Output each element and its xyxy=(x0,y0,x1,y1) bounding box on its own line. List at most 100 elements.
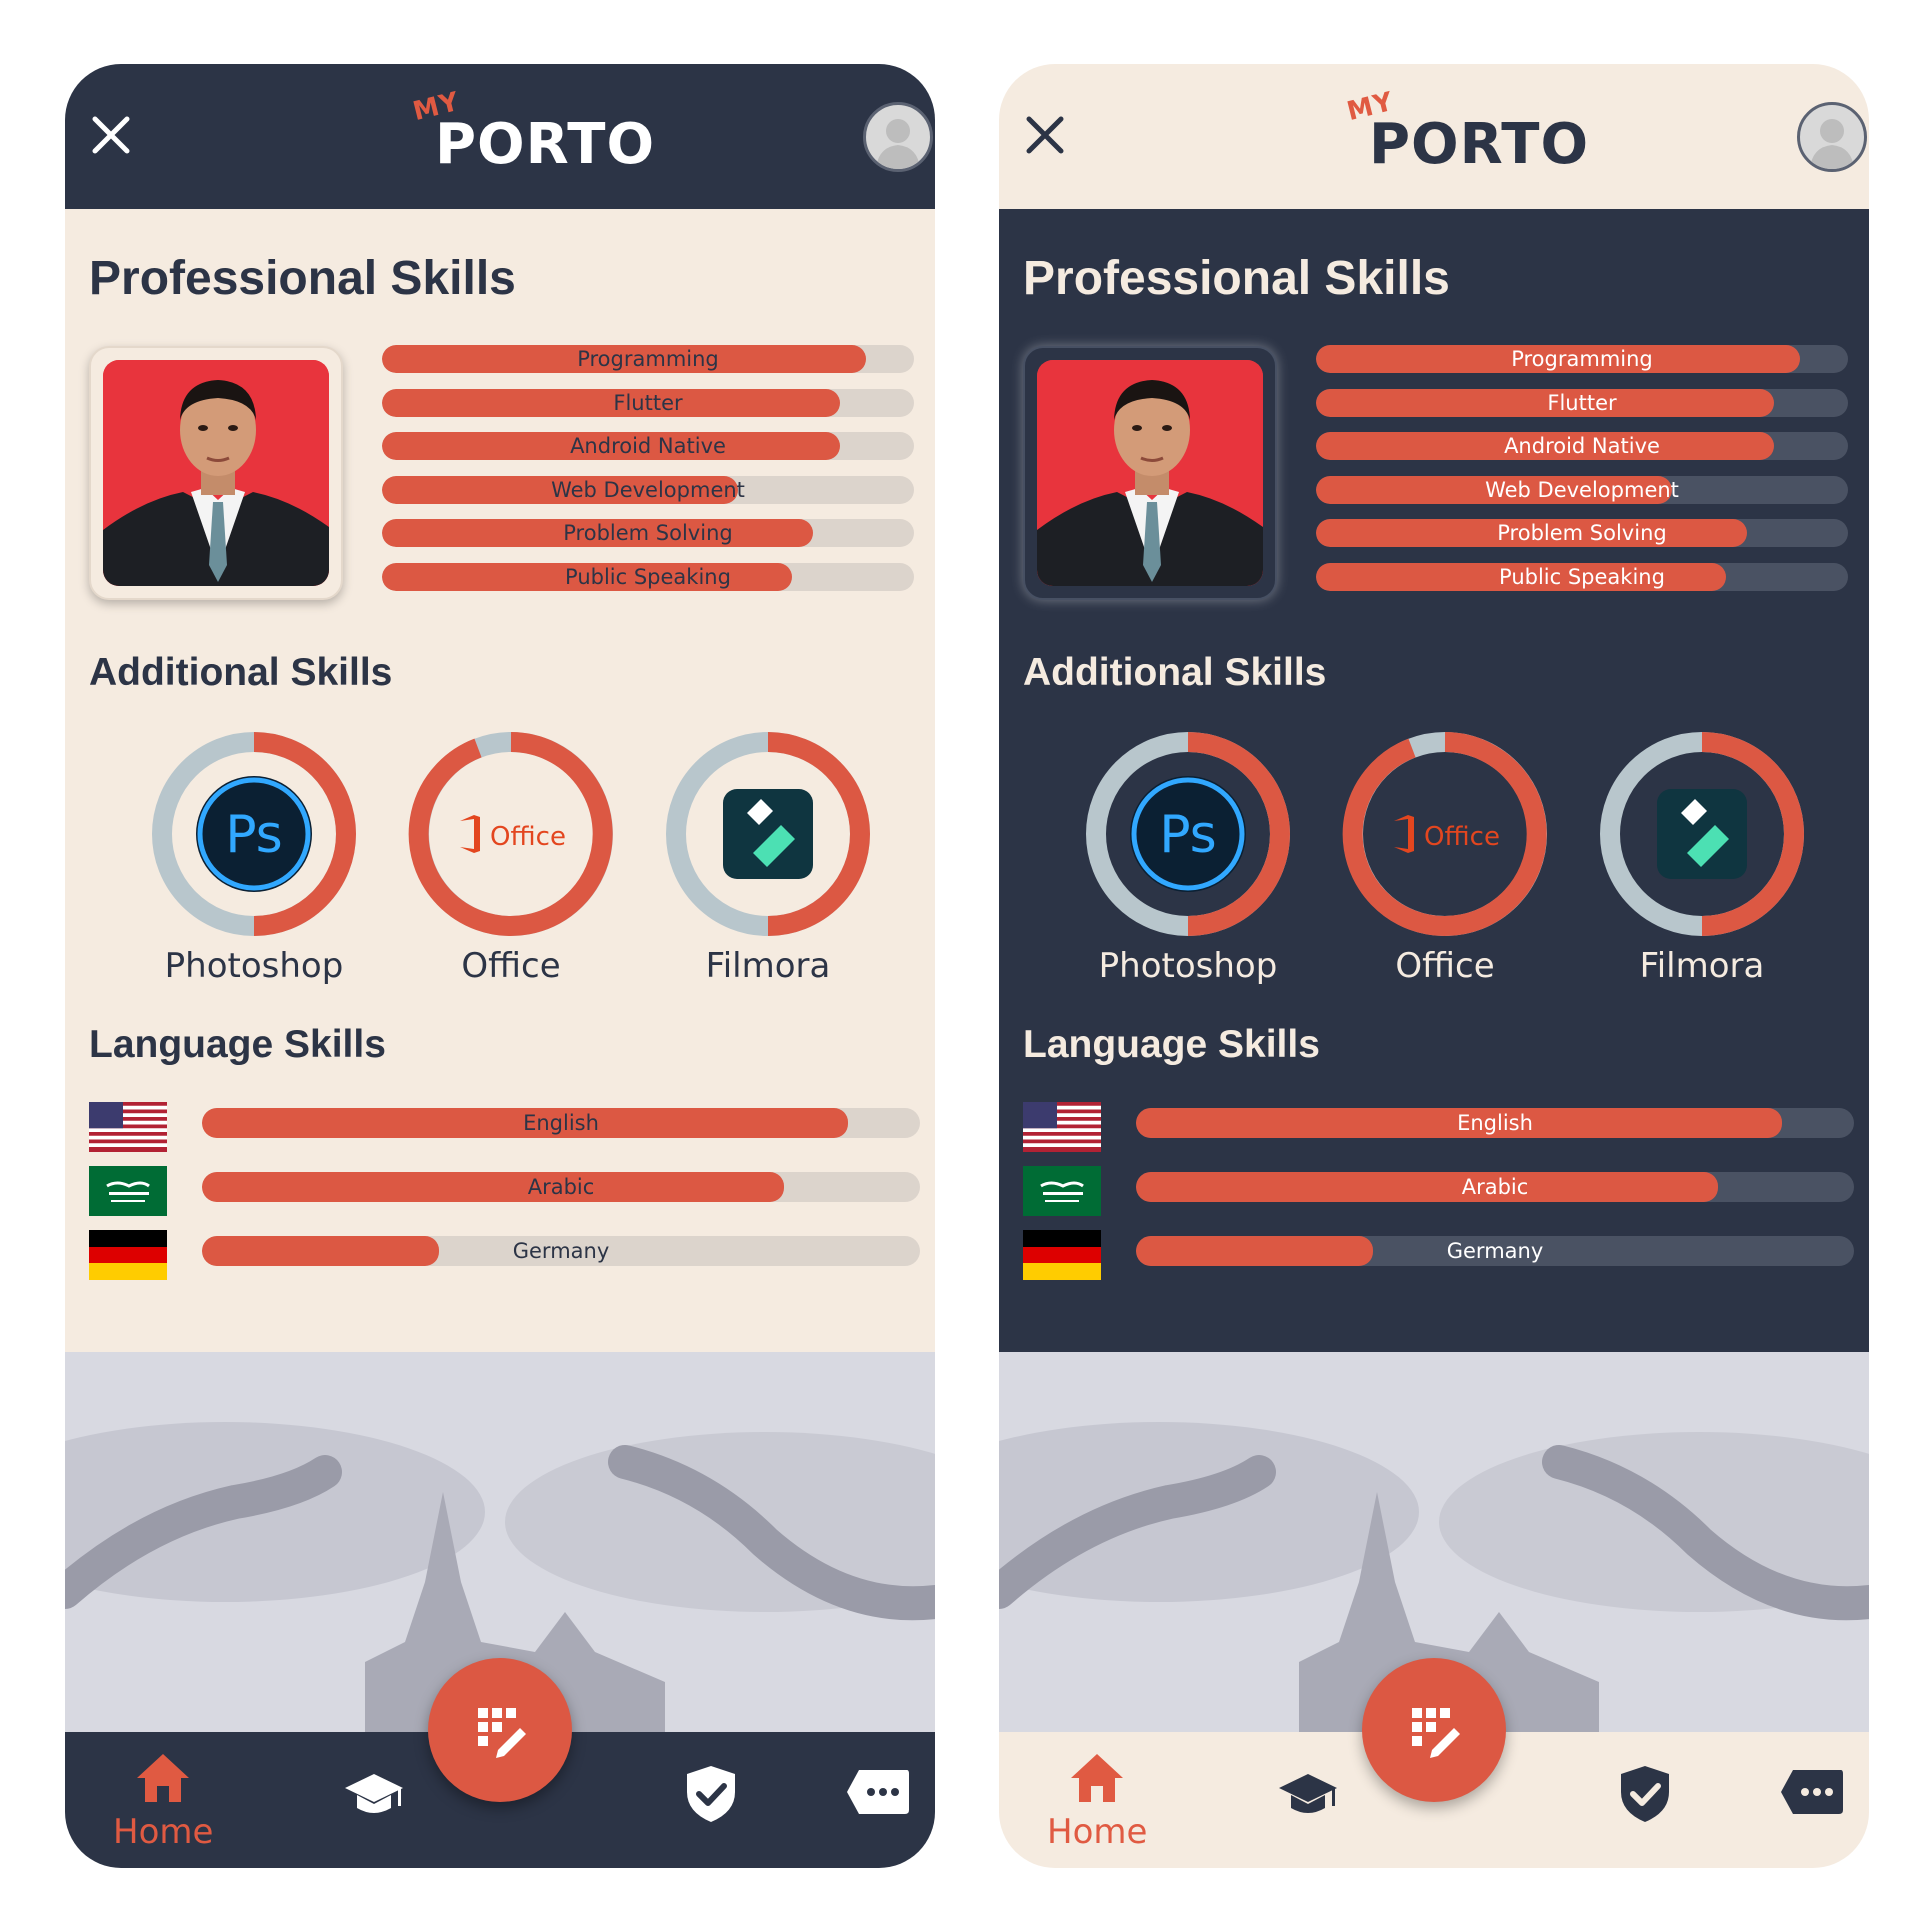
nav-home-label[interactable]: Home xyxy=(1047,1812,1147,1852)
skill-label: Flutter xyxy=(613,391,683,415)
language-label: Germany xyxy=(512,1239,610,1263)
language-label: English xyxy=(1457,1111,1533,1135)
language-bar-arabic: Arabic xyxy=(1136,1172,1854,1202)
app-logo: MY PORTO xyxy=(405,84,654,194)
phone-dark-theme: MY PORTO Professional Skills Programming… xyxy=(999,64,1869,1868)
skill-bar-flutter: Flutter xyxy=(382,389,914,417)
skill-label: Problem Solving xyxy=(563,521,733,545)
filmora-ring xyxy=(1600,732,1804,936)
skill-label: Programming xyxy=(577,347,719,371)
germany-flag-icon xyxy=(89,1230,167,1280)
additional-skill-label: Office xyxy=(1395,946,1495,986)
language-bar-english: English xyxy=(1136,1108,1854,1138)
professional-skills-title: Professional Skills xyxy=(1023,252,1450,305)
additional-skills-title: Additional Skills xyxy=(1023,651,1327,694)
language-skills-title: Language Skills xyxy=(1023,1023,1320,1066)
skill-bar-web-development: Web Development xyxy=(1316,476,1848,504)
logo-porto: PORTO xyxy=(1369,112,1590,177)
language-bar-english: English xyxy=(202,1108,920,1138)
user-icon xyxy=(1810,119,1854,169)
skill-bar-programming: Programming xyxy=(382,345,914,373)
edit-fab-button[interactable] xyxy=(428,1658,572,1802)
filmora-ring xyxy=(666,732,870,936)
language-bar-germany: Germany xyxy=(202,1236,920,1266)
graduation-cap-icon[interactable] xyxy=(1277,1770,1339,1820)
language-label: English xyxy=(523,1111,599,1135)
message-icon[interactable] xyxy=(845,1768,911,1816)
skill-label: Android Native xyxy=(570,434,726,458)
saudi-flag-icon xyxy=(89,1166,167,1216)
shield-check-icon[interactable] xyxy=(685,1764,737,1824)
photoshop-ring: Ps xyxy=(1086,732,1290,936)
edit-grid-icon xyxy=(1412,1708,1460,1758)
additional-skills-title: Additional Skills xyxy=(89,651,393,694)
logo-porto: PORTO xyxy=(435,112,656,177)
close-icon[interactable] xyxy=(1019,109,1071,161)
additional-skill-label: Filmora xyxy=(705,946,831,986)
skill-bar-web-development: Web Development xyxy=(382,476,914,504)
skill-bar-problem-solving: Problem Solving xyxy=(382,519,914,547)
user-icon xyxy=(876,119,920,169)
language-label: Arabic xyxy=(1461,1175,1529,1199)
language-label: Arabic xyxy=(527,1175,595,1199)
skills-content: Professional Skills Programming Flutter … xyxy=(999,209,1869,1416)
skill-bar-public-speaking: Public Speaking xyxy=(382,563,914,591)
skill-label: Programming xyxy=(1511,347,1653,371)
saudi-flag-icon xyxy=(1023,1166,1101,1216)
skill-label: Web Development xyxy=(551,478,745,502)
home-icon[interactable] xyxy=(135,1752,191,1804)
shield-check-icon[interactable] xyxy=(1619,1764,1671,1824)
us-flag-icon xyxy=(1023,1102,1101,1152)
phone-light-theme: MY PORTO Professional Skills Programming… xyxy=(65,64,935,1868)
edit-grid-icon xyxy=(478,1708,526,1758)
skill-label: Problem Solving xyxy=(1497,521,1667,545)
skill-bar-android-native: Android Native xyxy=(1316,432,1848,460)
skills-content: Professional Skills Programming Flutter … xyxy=(65,209,935,1416)
skill-label: Public Speaking xyxy=(565,565,731,589)
germany-flag-icon xyxy=(1023,1230,1101,1280)
skill-label: Web Development xyxy=(1485,478,1679,502)
home-icon[interactable] xyxy=(1069,1752,1125,1804)
office-ring: Office xyxy=(1342,732,1547,936)
message-icon[interactable] xyxy=(1779,1768,1845,1816)
photoshop-icon-text: Ps xyxy=(1159,805,1217,865)
us-flag-icon xyxy=(89,1102,167,1152)
avatar[interactable] xyxy=(1797,102,1867,172)
office-icon: Office xyxy=(1394,815,1500,853)
language-bar-germany: Germany xyxy=(1136,1236,1854,1266)
language-bar-arabic: Arabic xyxy=(202,1172,920,1202)
nav-home-label[interactable]: Home xyxy=(113,1812,213,1852)
profile-photo xyxy=(103,360,329,586)
edit-fab-button[interactable] xyxy=(1362,1658,1506,1802)
avatar[interactable] xyxy=(863,102,933,172)
photoshop-icon: Ps xyxy=(1130,776,1246,892)
profile-photo xyxy=(1037,360,1263,586)
skill-label: Android Native xyxy=(1504,434,1660,458)
skill-label: Flutter xyxy=(1547,391,1617,415)
professional-skills-title: Professional Skills xyxy=(89,252,516,305)
photoshop-icon: Ps xyxy=(196,776,312,892)
office-icon-text: Office xyxy=(490,822,566,852)
additional-skill-label: Office xyxy=(461,946,561,986)
photoshop-ring: Ps xyxy=(152,732,356,936)
language-label: Germany xyxy=(1446,1239,1544,1263)
profile-photo-frame xyxy=(1023,346,1277,600)
graduation-cap-icon[interactable] xyxy=(343,1770,405,1820)
close-icon[interactable] xyxy=(85,109,137,161)
office-ring: Office xyxy=(408,732,613,936)
filmora-icon xyxy=(723,789,813,879)
skill-bar-programming: Programming xyxy=(1316,345,1848,373)
app-bar: MY PORTO xyxy=(999,64,1869,209)
skill-bar-android-native: Android Native xyxy=(382,432,914,460)
app-logo: MY PORTO xyxy=(1339,84,1588,194)
skill-label: Public Speaking xyxy=(1499,565,1665,589)
additional-skill-label: Photoshop xyxy=(164,946,344,986)
office-icon-text: Office xyxy=(1424,822,1500,852)
filmora-icon xyxy=(1657,789,1747,879)
app-bar: MY PORTO xyxy=(65,64,935,209)
office-icon: Office xyxy=(460,815,566,853)
profile-photo-frame xyxy=(89,346,343,600)
language-skills-title: Language Skills xyxy=(89,1023,386,1066)
additional-skill-label: Filmora xyxy=(1639,946,1765,986)
skill-bar-public-speaking: Public Speaking xyxy=(1316,563,1848,591)
